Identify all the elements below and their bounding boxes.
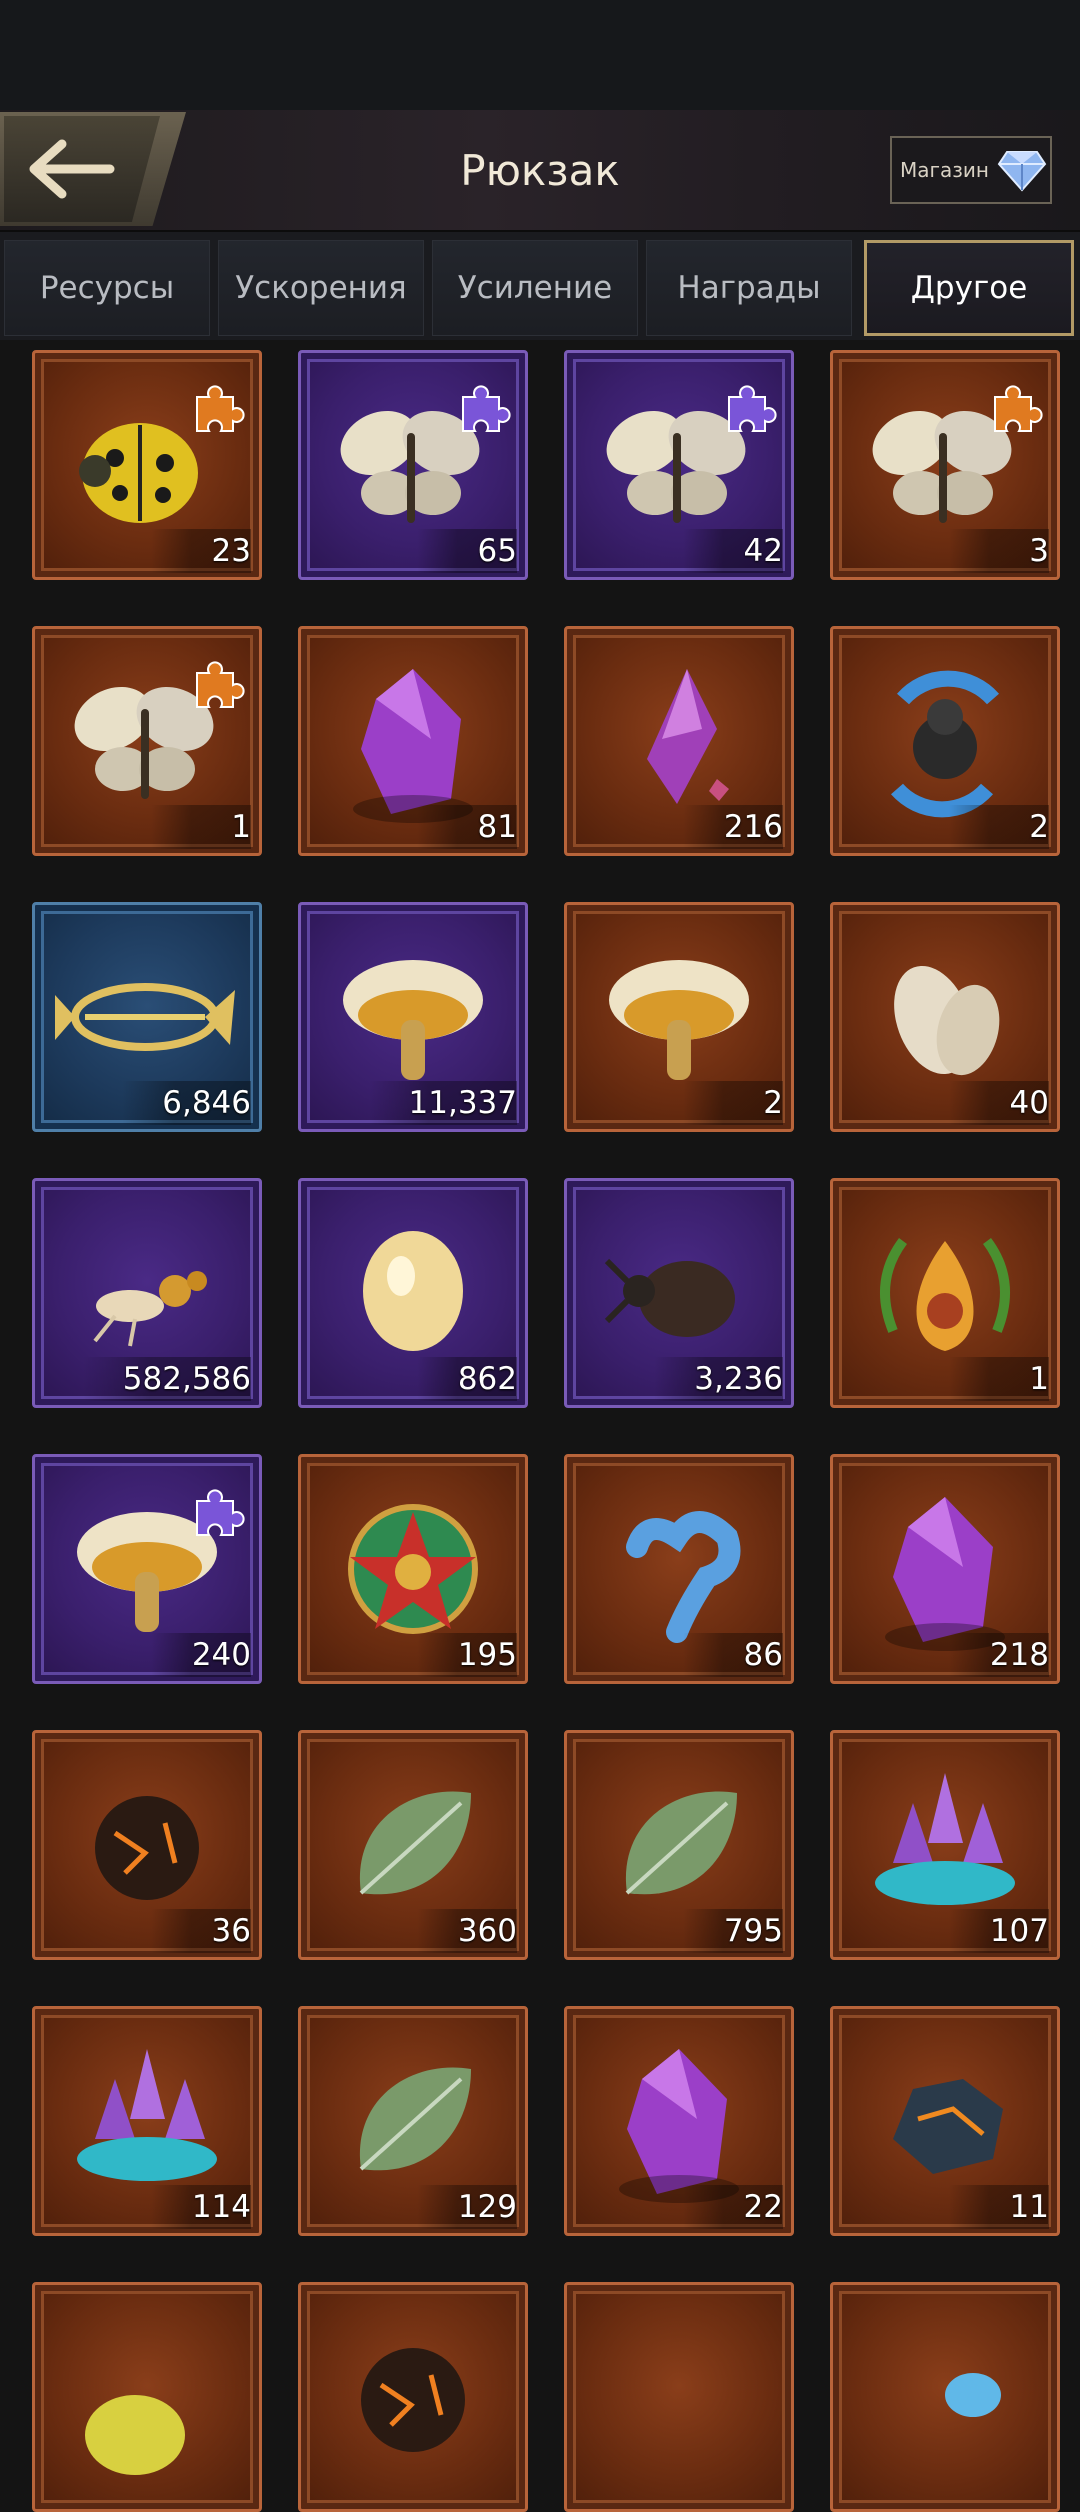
puzzle-piece-icon: [728, 385, 777, 432]
item-count: 216: [683, 805, 783, 849]
item-count: 81: [417, 805, 517, 849]
item-count: 36: [151, 1909, 251, 1953]
item-count: 3,236: [654, 1357, 783, 1401]
item-count: 2: [683, 1081, 783, 1125]
inventory-item[interactable]: 23: [32, 350, 262, 580]
item-count: 360: [417, 1909, 517, 1953]
inventory-item[interactable]: 862: [298, 1178, 528, 1408]
category-tabs: Ресурсы Ускорения Усиление Награды Другое: [0, 232, 1080, 340]
inventory-item[interactable]: 81: [298, 626, 528, 856]
shop-button[interactable]: Магазин: [890, 136, 1052, 204]
status-bar: [0, 0, 1080, 110]
inventory-item[interactable]: 11,337: [298, 902, 528, 1132]
gem-icon: [945, 2373, 1001, 2417]
inventory-item[interactable]: 107: [830, 1730, 1060, 1960]
inventory-item[interactable]: 240: [32, 1454, 262, 1684]
item-count: 114: [151, 2185, 251, 2229]
tab-3[interactable]: Усиление: [432, 240, 638, 336]
item-count: 6,846: [122, 1081, 251, 1125]
item-count: 107: [949, 1909, 1049, 1953]
header: Рюкзак Магазин: [0, 110, 1080, 232]
inventory-item[interactable]: 216: [564, 626, 794, 856]
inventory-item[interactable]: 6,846: [32, 902, 262, 1132]
diamond-icon: [997, 151, 1047, 192]
inventory-item[interactable]: 1: [830, 1178, 1060, 1408]
inventory-item[interactable]: 11: [830, 2006, 1060, 2236]
inventory-item[interactable]: 65: [298, 350, 528, 580]
item-count: 1: [151, 805, 251, 849]
tab-4[interactable]: Награды: [646, 240, 852, 336]
inventory-item[interactable]: 129: [298, 2006, 528, 2236]
puzzle-piece-icon: [196, 661, 245, 708]
inventory-item[interactable]: [32, 2282, 262, 2512]
inventory-item[interactable]: 22: [564, 2006, 794, 2236]
inventory-item[interactable]: 114: [32, 2006, 262, 2236]
item-count: 40: [949, 1081, 1049, 1125]
item-count: 240: [151, 1633, 251, 1677]
tab-1[interactable]: Ресурсы: [4, 240, 210, 336]
item-count: 22: [683, 2185, 783, 2229]
inventory-item[interactable]: 3,236: [564, 1178, 794, 1408]
item-count: 2: [949, 805, 1049, 849]
puzzle-piece-icon: [196, 1489, 245, 1536]
item-count: 862: [417, 1357, 517, 1401]
inventory-item[interactable]: 218: [830, 1454, 1060, 1684]
puzzle-piece-icon: [994, 385, 1043, 432]
inventory-item[interactable]: 360: [298, 1730, 528, 1960]
puzzle-piece-icon: [196, 385, 245, 432]
item-count: 582,586: [82, 1357, 251, 1401]
inventory-item[interactable]: 36: [32, 1730, 262, 1960]
item-count: 129: [417, 2185, 517, 2229]
inventory-item[interactable]: [830, 2282, 1060, 2512]
item-count: 795: [683, 1909, 783, 1953]
inventory-item[interactable]: 1: [32, 626, 262, 856]
inventory-item[interactable]: 40: [830, 902, 1060, 1132]
back-button[interactable]: [0, 112, 186, 226]
item-count: 195: [417, 1633, 517, 1677]
inventory-item[interactable]: [298, 2282, 528, 2512]
item-count: 42: [683, 529, 783, 573]
inventory-item[interactable]: 195: [298, 1454, 528, 1684]
tab-2[interactable]: Ускорения: [218, 240, 424, 336]
item-icon: [567, 2285, 791, 2509]
orb-icon: [361, 2348, 465, 2452]
inventory-item[interactable]: 86: [564, 1454, 794, 1684]
inventory-grid: 23 65 42 3 1 81 216 2 6,846 11,337 2 40 582,586 862 3,…: [0, 350, 1080, 2512]
inventory-item[interactable]: 3: [830, 350, 1060, 580]
item-count: 1: [949, 1357, 1049, 1401]
inventory-item[interactable]: 582,586: [32, 1178, 262, 1408]
item-count: 11,337: [368, 1081, 517, 1125]
item-count: 3: [949, 529, 1049, 573]
item-count: 23: [151, 529, 251, 573]
inventory-item[interactable]: 2: [830, 626, 1060, 856]
inventory-item[interactable]: [564, 2282, 794, 2512]
puzzle-piece-icon: [462, 385, 511, 432]
tab-5[interactable]: Другое: [864, 240, 1074, 336]
item-count: 11: [949, 2185, 1049, 2229]
shop-label: Магазин: [900, 158, 989, 182]
inventory-item[interactable]: 2: [564, 902, 794, 1132]
item-count: 65: [417, 529, 517, 573]
fruit-icon: [85, 2395, 185, 2475]
back-arrow-icon: [29, 139, 115, 199]
item-count: 86: [683, 1633, 783, 1677]
inventory-item[interactable]: 795: [564, 1730, 794, 1960]
inventory-item[interactable]: 42: [564, 350, 794, 580]
item-count: 218: [949, 1633, 1049, 1677]
